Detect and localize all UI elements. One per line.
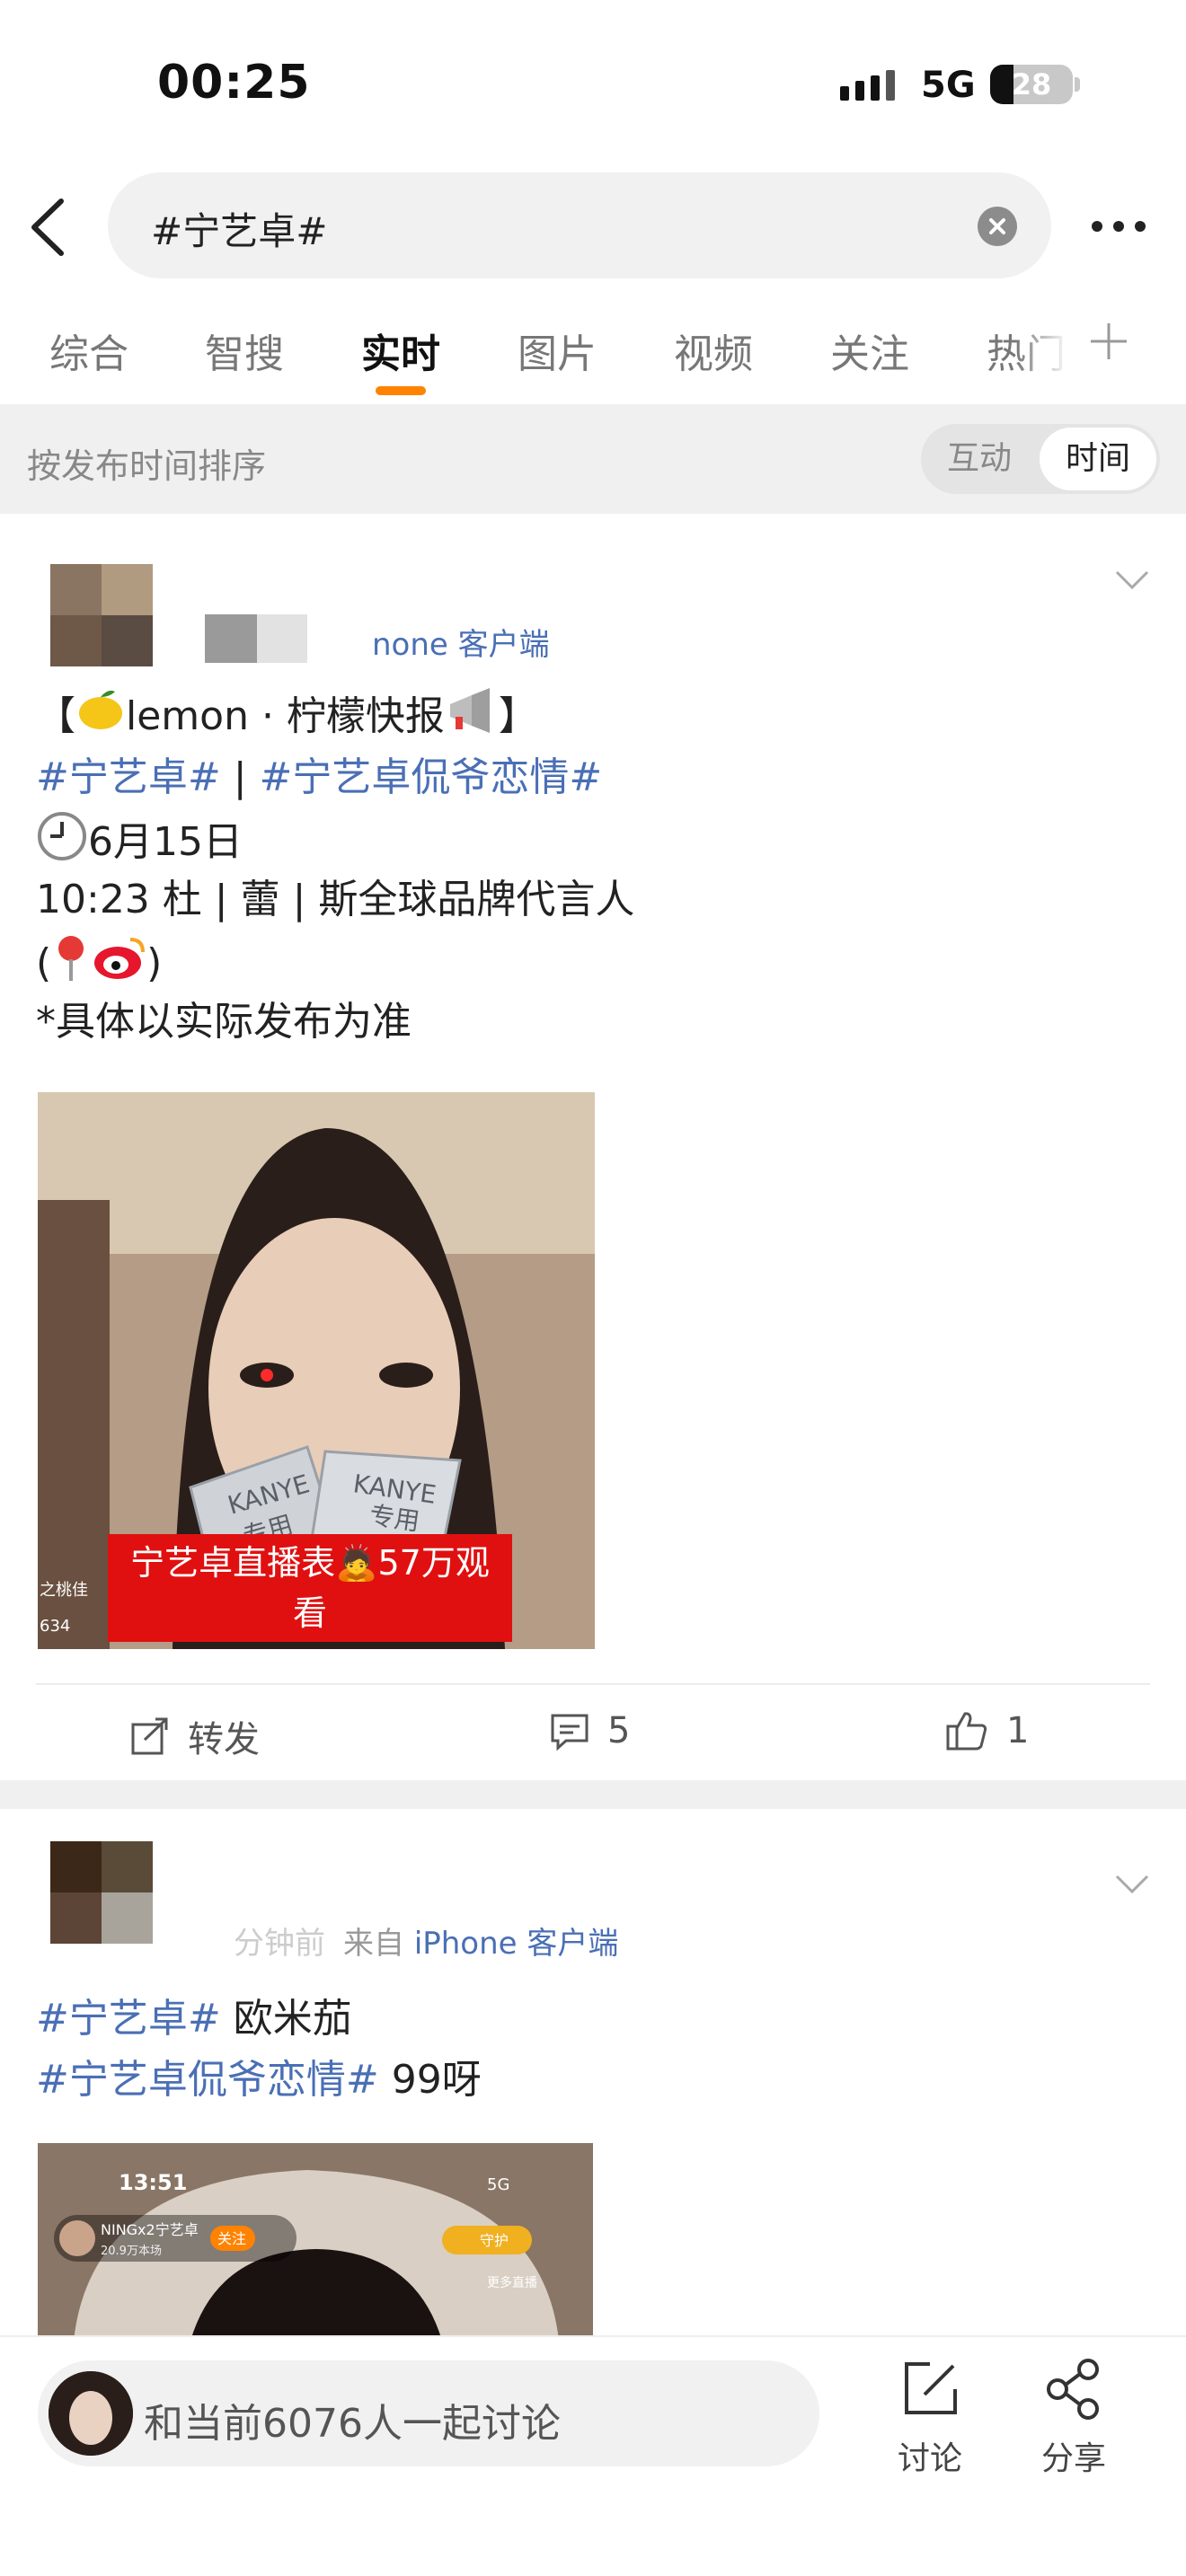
tab-videos[interactable]: 视频	[674, 322, 753, 379]
back-button[interactable]	[25, 196, 75, 259]
stream-host-sub: 20.9万本场	[101, 2245, 162, 2258]
repost-icon	[131, 1717, 168, 1755]
clock-icon	[36, 810, 88, 878]
tab-realtime[interactable]: 实时	[361, 322, 440, 379]
stream-network: 5G	[487, 2175, 509, 2194]
weibo-icon	[91, 934, 146, 997]
compose-icon	[905, 2362, 957, 2414]
status-bar: 00:25 5G 28	[0, 0, 1186, 171]
image-caption-banner: 宁艺卓直播表🙇57万观看	[108, 1534, 512, 1642]
thumbs-up-icon	[946, 1712, 987, 1751]
stream-more-live: 更多直播	[487, 2275, 537, 2290]
hashtag-link[interactable]: #宁艺卓#	[36, 1996, 221, 2042]
post-text-line: *具体以实际发布为准	[36, 999, 412, 1045]
post-text-line: 【lemon · 柠檬快报】	[36, 688, 538, 749]
post-source: 来自 iPhone 客户端	[343, 1926, 619, 1962]
search-query: #宁艺卓#	[151, 209, 328, 253]
discuss-button[interactable]: 讨论	[881, 2357, 979, 2479]
blurred-username	[257, 614, 307, 663]
divider	[36, 1683, 1150, 1685]
post-source: none 客户端	[372, 627, 550, 663]
close-icon	[989, 218, 1005, 234]
tab-comprehensive[interactable]: 综合	[49, 322, 128, 379]
dot-icon	[1092, 221, 1102, 232]
tab-smart-search[interactable]: 智搜	[205, 322, 284, 379]
add-tab-button[interactable]	[1089, 322, 1128, 361]
tab-bar: 综合 智搜 实时 图片 视频 关注 热门	[0, 314, 1186, 404]
location-pin-icon	[51, 932, 91, 999]
post-text-line: 6月15日	[36, 810, 243, 878]
status-time: 00:25	[157, 56, 311, 110]
repost-button[interactable]: 转发	[130, 1710, 260, 1762]
stream-time: 13:51	[119, 2170, 187, 2195]
sort-option-time[interactable]: 时间	[1040, 428, 1156, 490]
corner-label: 634	[40, 1617, 70, 1636]
comment-button[interactable]: 5	[550, 1710, 630, 1751]
hashtag-link[interactable]: #宁艺卓侃爷恋情#	[36, 2057, 379, 2103]
hashtag-link[interactable]: #宁艺卓侃爷恋情#	[260, 754, 603, 800]
back-arrow-icon	[31, 198, 64, 256]
sort-label: 按发布时间排序	[27, 446, 267, 486]
post-text-line: #宁艺卓# | #宁艺卓侃爷恋情#	[36, 754, 603, 800]
discussion-input[interactable]: 和当前6076人一起讨论	[38, 2360, 819, 2466]
blurred-username	[205, 614, 257, 663]
avatar[interactable]	[50, 1841, 153, 1944]
hashtag-link[interactable]: #宁艺卓#	[36, 754, 221, 800]
tab-images[interactable]: 图片	[518, 322, 597, 379]
active-tab-indicator	[376, 386, 426, 395]
like-count: 1	[1006, 1710, 1030, 1751]
clear-search-button[interactable]	[978, 207, 1017, 246]
repost-label: 转发	[188, 1719, 260, 1760]
sort-toggle: 互动 时间	[921, 424, 1160, 494]
plus-icon	[1091, 323, 1127, 359]
lemon-icon	[75, 688, 126, 749]
megaphone-icon	[445, 688, 499, 749]
share-label: 分享	[1040, 2440, 1106, 2477]
dot-icon	[1135, 221, 1146, 232]
post-text-line: #宁艺卓侃爷恋情# 99呀	[36, 2057, 482, 2103]
post-time: 分钟前	[234, 1926, 325, 1962]
user-avatar	[49, 2371, 133, 2456]
comment-count: 5	[607, 1710, 631, 1751]
battery-tip	[1075, 77, 1080, 92]
tab-fade	[1015, 314, 1069, 395]
comment-icon	[551, 1714, 589, 1751]
post-text-line: #宁艺卓# 欧米茄	[36, 1996, 352, 2042]
discussion-prompt: 和当前6076人一起讨论	[144, 2401, 561, 2447]
post-image[interactable]: 13:51 5G NINGx2宁艺卓 20.9万本场 关注 守护 更多直播	[38, 2143, 593, 2341]
battery-level: 28	[1011, 67, 1052, 101]
post-image[interactable]: KANYE 专用 KANYE 专用 之桃佳 634 宁艺卓直播表🙇57万观看	[38, 1092, 595, 1649]
search-input[interactable]: #宁艺卓#	[108, 172, 1051, 278]
bottom-bar: 和当前6076人一起讨论 讨论 分享	[0, 2335, 1186, 2576]
more-options-button[interactable]	[1083, 207, 1155, 246]
share-icon	[1047, 2359, 1099, 2420]
share-button[interactable]: 分享	[1024, 2357, 1123, 2479]
sort-option-interaction[interactable]: 互动	[921, 424, 1038, 494]
post-text-line: 10:23 杜 | 蕾 | 斯全球品牌代言人	[36, 877, 635, 922]
discuss-label: 讨论	[897, 2440, 962, 2477]
post-text-line: ()	[36, 932, 162, 999]
battery-icon: 28	[990, 65, 1073, 104]
chevron-down-icon[interactable]	[1114, 1874, 1150, 1895]
post-separator	[0, 1780, 1186, 1809]
stream-host: NINGx2宁艺卓	[101, 2221, 199, 2238]
post-actions: 转发 5 1	[0, 1689, 1186, 1778]
livestream-screenshot: 13:51 5G NINGx2宁艺卓 20.9万本场 关注 守护 更多直播	[38, 2143, 593, 2341]
tab-following[interactable]: 关注	[830, 322, 909, 379]
corner-label: 之桃佳	[40, 1581, 88, 1600]
avatar[interactable]	[50, 564, 153, 666]
like-button[interactable]: 1	[945, 1710, 1029, 1751]
sort-bar: 按发布时间排序 互动 时间	[0, 404, 1186, 514]
network-label: 5G	[921, 65, 976, 106]
chevron-down-icon[interactable]	[1114, 569, 1150, 591]
stream-follow: 关注	[217, 2230, 246, 2247]
stream-guard: 守护	[480, 2232, 509, 2249]
signal-icon	[840, 70, 895, 101]
dot-icon	[1113, 221, 1124, 232]
